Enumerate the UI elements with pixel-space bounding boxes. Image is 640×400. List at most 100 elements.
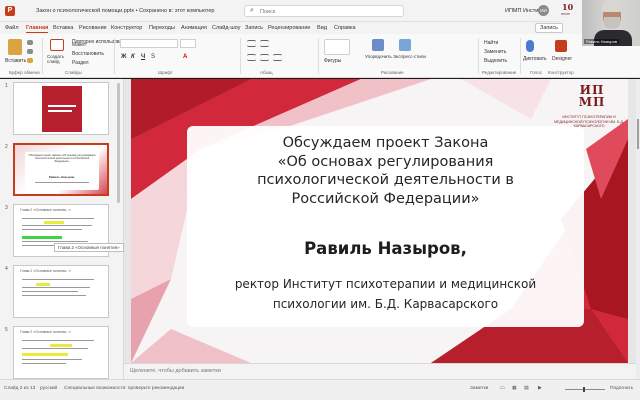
dictate-label[interactable]: Диктовать: [523, 56, 547, 62]
font-color-button[interactable]: A: [183, 54, 187, 60]
new-slide-label[interactable]: Создать слайд: [47, 54, 67, 64]
slide-title-line: психологической деятельности в: [257, 172, 514, 188]
tab-home[interactable]: Главная: [26, 25, 49, 33]
search-placeholder: Поиск: [260, 8, 276, 15]
thumbnail-number: 2: [5, 144, 8, 150]
thumbnail-number: 1: [5, 83, 8, 89]
section-label[interactable]: Раздел: [72, 60, 89, 66]
separator: [478, 38, 479, 74]
shapes-label[interactable]: Фигуры: [324, 58, 341, 64]
reading-view-icon[interactable]: ▤: [524, 386, 529, 391]
group-font-label: Шрифт: [158, 70, 173, 75]
bg-shape-bottomleft: [131, 329, 251, 363]
font-name-field[interactable]: [120, 39, 178, 48]
font-size-field[interactable]: [180, 39, 196, 48]
tab-transitions[interactable]: Переходы: [149, 25, 175, 31]
record-button[interactable]: Запись: [535, 23, 564, 33]
slide-sorter-icon[interactable]: ▦: [512, 386, 517, 391]
slide-thumbnail-4[interactable]: Глава 2 «Основные понятия...»: [13, 265, 109, 318]
quick-styles-icon[interactable]: [399, 39, 411, 51]
cut-icon[interactable]: [27, 40, 33, 45]
zoom-fit-label[interactable]: Подогнать: [610, 386, 633, 391]
group-paragraph-label: Абзац: [260, 70, 273, 75]
slide-speaker-name[interactable]: Равиль Назыров,: [187, 239, 584, 258]
institute-logo-text: Институт психотерапии и медицинской псих…: [554, 115, 624, 128]
slide-thumbnail-1[interactable]: [13, 82, 109, 135]
tab-file[interactable]: Файл: [5, 25, 19, 31]
align-center-icon[interactable]: [260, 54, 269, 61]
institute-logo: ИП МП: [570, 84, 614, 108]
thumbnail-title: Глава 2 «Основные понятия...»: [20, 330, 71, 334]
tab-view[interactable]: Вид: [317, 25, 327, 31]
thumbnail-highlight: [44, 221, 64, 224]
copy-icon[interactable]: [27, 49, 33, 54]
separator: [240, 38, 241, 74]
notes-button[interactable]: Заметки: [470, 386, 488, 391]
thumbnail-line: [22, 340, 94, 342]
thumbnail-number: 3: [5, 205, 8, 211]
paste-label[interactable]: Вставить: [5, 58, 26, 64]
slide-thumbnail-2[interactable]: Обсуждаем проект Закона «Об основах регу…: [13, 143, 109, 196]
avatar[interactable]: ИИ: [538, 5, 549, 16]
zoom-slider[interactable]: [565, 389, 605, 390]
tab-animation[interactable]: Анимация: [181, 25, 207, 31]
layout-label[interactable]: Макет: [72, 42, 86, 48]
arrange-label[interactable]: Упорядочить: [365, 54, 392, 59]
align-right-icon[interactable]: [273, 54, 282, 61]
designer-icon[interactable]: [555, 40, 567, 52]
replace-label[interactable]: Заменить: [484, 49, 506, 55]
thumbnail-line: [22, 363, 66, 365]
italic-button[interactable]: К: [131, 54, 135, 60]
select-label[interactable]: Выделить: [484, 58, 507, 64]
ribbon: Вставить Буфер обмена Создать слайд Повт…: [0, 34, 640, 78]
slide-thumbnail-5[interactable]: Глава 2 «Основные понятия...»: [13, 326, 109, 379]
strikethrough-button[interactable]: S: [151, 54, 155, 60]
thumbnail-number: 5: [5, 327, 8, 333]
canvas-scrollbar[interactable]: [636, 79, 640, 379]
tab-review[interactable]: Рецензирование: [268, 25, 310, 31]
microphone-icon[interactable]: [526, 40, 534, 52]
notes-pane[interactable]: Щелкните, чтобы добавить заметки: [124, 363, 636, 379]
tab-insert[interactable]: Вставка: [53, 25, 73, 31]
ribbon-tabs: Файл Главная Вставка Рисование Конструкт…: [0, 22, 640, 34]
tab-design[interactable]: Конструктор: [111, 25, 142, 31]
format-painter-icon[interactable]: [27, 58, 33, 63]
bullets-icon[interactable]: [247, 40, 256, 47]
scrollbar-thumb[interactable]: [637, 119, 639, 149]
thumbnail-highlight: [36, 283, 50, 286]
slide-speaker-role[interactable]: ректор Институт психотерапии и медицинск…: [187, 274, 584, 314]
notes-placeholder: Щелкните, чтобы добавить заметки: [130, 368, 221, 374]
search-box[interactable]: ⌕ Поиск: [244, 5, 404, 17]
status-bar: Слайд 2 из 13 русский Специальные возмож…: [0, 379, 640, 400]
quick-styles-label[interactable]: Экспресс-стили: [393, 54, 426, 59]
shapes-gallery-icon[interactable]: [324, 39, 350, 55]
find-label[interactable]: Найти: [484, 40, 498, 46]
reset-label[interactable]: Восстановить: [72, 51, 104, 57]
align-left-icon[interactable]: [247, 54, 256, 61]
paste-icon[interactable]: [8, 39, 22, 55]
institute-logo-corner: 10 ИПМП: [559, 0, 581, 22]
tab-slideshow[interactable]: Слайд-шоу: [212, 25, 241, 31]
accessibility-status[interactable]: Специальные возможности: проверьте реком…: [64, 386, 184, 391]
thumbnail-line: [22, 359, 82, 361]
normal-view-icon[interactable]: ▭: [500, 386, 505, 391]
slideshow-icon[interactable]: ▶: [538, 386, 542, 391]
tab-draw[interactable]: Рисование: [79, 25, 107, 31]
bg-shape-pink-topright: [461, 79, 551, 119]
new-slide-icon[interactable]: [50, 39, 64, 51]
arrange-icon[interactable]: [372, 39, 384, 51]
zoom-slider-knob[interactable]: [583, 387, 585, 392]
bold-button[interactable]: Ж: [121, 54, 126, 60]
slide-title[interactable]: Обсуждаем проект Закона «Об основах регу…: [187, 134, 584, 208]
group-voice-label: Голос: [530, 70, 542, 75]
designer-label[interactable]: Designer: [552, 56, 572, 62]
tab-record[interactable]: Запись: [245, 25, 263, 31]
current-slide[interactable]: ИП МП Институт психотерапии и медицинско…: [131, 79, 628, 363]
slide-title-line: Обсуждаем проект Закона: [282, 135, 489, 151]
thumbnails-scrollbar[interactable]: [117, 83, 120, 203]
underline-button[interactable]: Ч: [141, 54, 145, 60]
numbering-icon[interactable]: [260, 40, 269, 47]
thumbnail-number: 4: [5, 266, 8, 272]
language-indicator[interactable]: русский: [40, 386, 57, 391]
tab-help[interactable]: Справка: [334, 25, 356, 31]
